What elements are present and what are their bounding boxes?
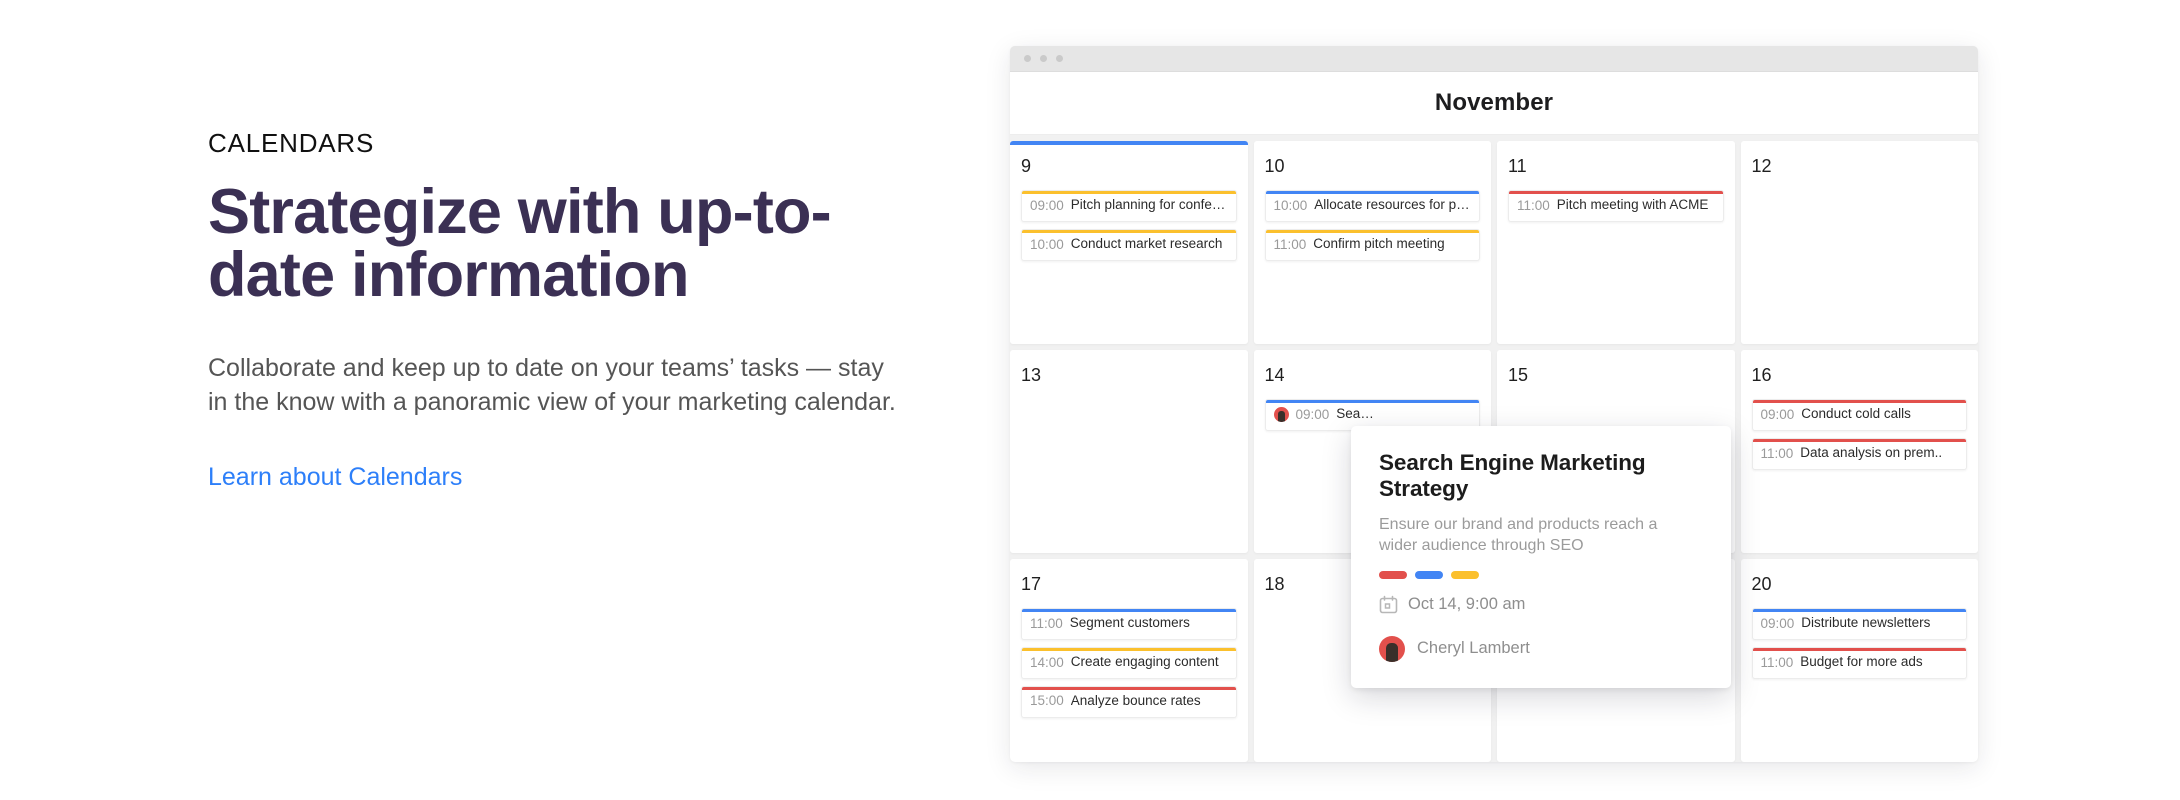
feature-copy-block: CALENDARS Strategize with up-to-date inf… — [208, 128, 928, 492]
calendar-day-cell[interactable]: 9 09:00 Pitch planning for confere… 10:00 Co… — [1010, 141, 1248, 344]
feature-description: Collaborate and keep up to date on your … — [208, 354, 896, 417]
avatar — [1379, 635, 1405, 662]
day-number: 15 — [1508, 365, 1529, 385]
event-title: Create engaging content — [1070, 654, 1219, 669]
eyebrow-label: CALENDARS — [208, 128, 375, 158]
calendar-icon — [1379, 595, 1398, 614]
event-time: 11:00 — [1517, 197, 1550, 213]
calendar-header: November — [1010, 72, 1978, 135]
event-time: 11:00 — [1030, 615, 1063, 631]
day-event-list: 11:00 Pitch meeting with ACME — [1508, 190, 1724, 222]
calendar-day-cell[interactable]: 16 09:00 Conduct cold calls 11:00 Data analy… — [1740, 350, 1978, 553]
event-detail-card[interactable]: Search Engine Marketing Strategy Ensure … — [1351, 426, 1731, 688]
day-event-list: 09:00 Distribute newsletters 11:00 Budget f… — [1751, 608, 1967, 679]
event-time: 10:00 — [1030, 236, 1064, 252]
calendar-event[interactable]: 14:00 Create engaging content — [1021, 646, 1237, 679]
event-detail-owner-name: Cheryl Lambert — [1417, 639, 1530, 658]
window-minimize-dot-icon[interactable] — [1040, 55, 1047, 62]
calendar-day-cell[interactable]: 20 09:00 Distribute newsletters 11:00 Budget… — [1740, 559, 1978, 762]
event-time: 11:00 — [1273, 236, 1307, 252]
day-number: 20 — [1751, 574, 1772, 594]
calendar-day-cell[interactable]: 13 — [1010, 350, 1248, 553]
avatar — [1273, 407, 1289, 422]
event-time: 09:00 — [1760, 406, 1795, 422]
event-title: Pitch planning for confere… — [1070, 198, 1228, 212]
event-title: Allocate resources for pla… — [1314, 198, 1471, 212]
page-title: Strategize with up-to-date information — [208, 177, 832, 311]
window-close-dot-icon[interactable] — [1024, 55, 1031, 62]
event-tag-pill — [1379, 570, 1407, 579]
event-title: Budget for more ads — [1800, 654, 1923, 669]
day-number: 14 — [1264, 365, 1285, 385]
event-time: 09:00 — [1760, 615, 1795, 631]
calendar-event[interactable]: 11:00 Segment customers — [1021, 608, 1237, 640]
calendar-event[interactable]: 10:00 Allocate resources for pla… — [1264, 190, 1480, 222]
event-detail-date-row: Oct 14, 9:00 am — [1379, 595, 1703, 614]
window-maximize-dot-icon[interactable] — [1056, 55, 1063, 62]
day-event-list: 10:00 Allocate resources for pla… 11:00 Con… — [1264, 190, 1480, 261]
event-title: Conduct market research — [1070, 236, 1223, 251]
calendar-day-cell[interactable]: 10 10:00 Allocate resources for pla… 11:00 C… — [1253, 141, 1491, 344]
event-time: 09:00 — [1030, 197, 1064, 213]
day-event-list: 09:00 Conduct cold calls 11:00 Data analysi… — [1751, 399, 1967, 470]
calendar-event[interactable]: 11:00 Data analysis on prem.. — [1751, 437, 1967, 470]
event-time: 11:00 — [1760, 654, 1794, 670]
calendar-event[interactable]: 11:00 Confirm pitch meeting — [1264, 228, 1480, 261]
calendar-event[interactable]: 09:00 Conduct cold calls — [1751, 399, 1967, 431]
event-time: 11:00 — [1760, 445, 1794, 461]
calendar-month-title: November — [1434, 89, 1554, 116]
day-number: 10 — [1264, 156, 1285, 176]
event-tag-pill — [1451, 570, 1479, 579]
marketing-feature-section: CALENDARS Strategize with up-to-date inf… — [0, 0, 2180, 800]
day-number: 11 — [1508, 156, 1527, 176]
calendar-day-cell[interactable]: 12 — [1740, 141, 1978, 344]
learn-about-calendars-link[interactable]: Learn about Calendars — [208, 463, 462, 492]
day-number: 17 — [1021, 574, 1042, 594]
window-titlebar — [1010, 46, 1978, 72]
event-time: 09:00 — [1295, 406, 1330, 422]
calendar-event[interactable]: 09:00 Pitch planning for confere… — [1021, 190, 1237, 222]
calendar-day-cell[interactable]: 11 11:00 Pitch meeting with ACME — [1497, 141, 1735, 344]
day-number: 12 — [1751, 156, 1772, 176]
event-title: Analyze bounce rates — [1070, 693, 1201, 708]
event-detail-owner-row: Cheryl Lambert — [1379, 635, 1703, 662]
event-time: 15:00 — [1030, 693, 1064, 709]
calendar-event[interactable]: 09:00 Distribute newsletters — [1751, 608, 1967, 640]
event-title: Pitch meeting with ACME — [1556, 198, 1709, 212]
event-time: 14:00 — [1030, 654, 1064, 670]
event-detail-title: Search Engine Marketing Strategy — [1379, 450, 1646, 501]
event-title: Sea… — [1336, 407, 1374, 422]
day-number: 16 — [1751, 365, 1772, 385]
event-time: 10:00 — [1273, 197, 1308, 213]
event-tag-pill — [1415, 570, 1443, 579]
day-number: 9 — [1021, 156, 1032, 176]
day-event-list: 11:00 Segment customers 14:00 Create engagi… — [1021, 608, 1237, 718]
day-number: 13 — [1021, 365, 1042, 385]
calendar-event[interactable]: 11:00 Budget for more ads — [1751, 646, 1967, 679]
event-title: Data analysis on prem.. — [1800, 445, 1943, 460]
event-detail-description: Ensure our brand and products reach a wi… — [1379, 515, 1658, 555]
event-title: Distribute newsletters — [1801, 616, 1931, 630]
event-title: Conduct cold calls — [1801, 407, 1911, 421]
event-tag-list — [1379, 570, 1703, 579]
event-title: Segment customers — [1069, 616, 1190, 630]
calendar-event[interactable]: 11:00 Pitch meeting with ACME — [1508, 190, 1724, 222]
event-title: Confirm pitch meeting — [1313, 236, 1445, 251]
day-event-list: 09:00 Pitch planning for confere… 10:00 Con… — [1021, 190, 1237, 261]
calendar-day-cell[interactable]: 17 11:00 Segment customers 14:00 Create enga… — [1010, 559, 1248, 762]
calendar-event[interactable]: 10:00 Conduct market research — [1021, 228, 1237, 261]
event-detail-date: Oct 14, 9:00 am — [1408, 594, 1526, 613]
calendar-event[interactable]: 15:00 Analyze bounce rates — [1021, 685, 1237, 718]
